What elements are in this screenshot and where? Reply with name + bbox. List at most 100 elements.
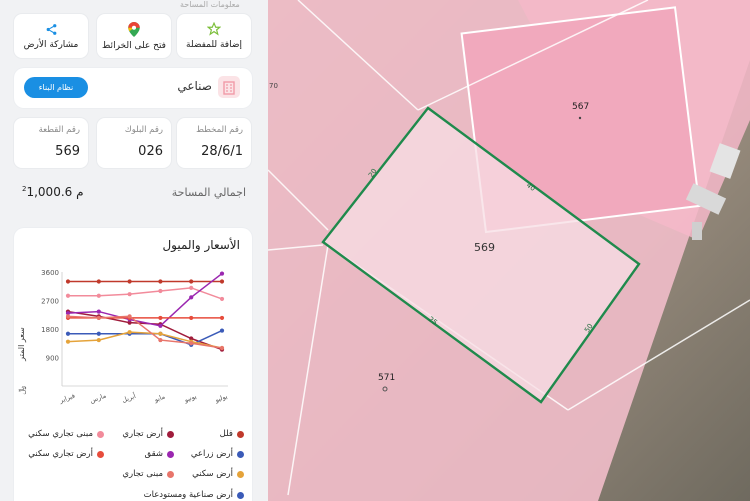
series-point [219, 328, 225, 333]
y-axis-label: سعر المتر [17, 327, 26, 362]
legend-label: مبنى تجاري [122, 469, 163, 479]
y-tick-label: 2700 [41, 298, 59, 306]
series-point [65, 293, 71, 298]
open-in-maps-button[interactable]: فتح على الخرائط [97, 14, 171, 58]
legend-item[interactable]: أرض سكني [192, 469, 244, 479]
star-icon [207, 22, 221, 36]
legend-label: مبنى تجاري سكني [28, 429, 93, 439]
share-land-label: مشاركة الأرض [23, 39, 79, 50]
legend-swatch [167, 470, 174, 478]
add-favorite-button[interactable]: إضافة للمفضلة [177, 14, 251, 58]
x-tick-label: يوليو [213, 392, 229, 404]
series-point [96, 337, 101, 343]
y-tick-label: 900 [46, 355, 59, 363]
plot-number-label: رقم القطعة [38, 125, 80, 135]
series-point [189, 285, 194, 290]
series-point [219, 271, 225, 276]
map-pin-icon [128, 21, 140, 37]
x-tick-label: مارس [89, 392, 107, 405]
plan-number-value: 28/6/1 [201, 144, 243, 159]
legend-item-partial[interactable]: أرض صناعية ومستودعات [144, 490, 244, 500]
legend-item[interactable]: مبنى تجاري [122, 469, 174, 479]
legend-swatch [97, 430, 104, 438]
series-point [189, 279, 194, 284]
block-number-value: 026 [138, 144, 163, 159]
series-point [96, 309, 101, 314]
series-point [96, 331, 101, 336]
map-view[interactable]: 569 567 571 20 40 50 25 70 [268, 0, 750, 501]
series-point [158, 323, 163, 328]
legend-swatch [237, 450, 244, 458]
prices-trends-card: الأسعار والميول 900 1800 2700 3600 فبراير مار… [14, 228, 252, 501]
building-system-button[interactable]: نظام البناء [24, 77, 88, 98]
x-tick-label: فبراير [58, 392, 77, 405]
legend-item[interactable]: أرض زراعي [191, 449, 244, 459]
legend-label: أرض صناعية ومستودعات [143, 490, 233, 500]
share-land-button[interactable]: مشاركة الأرض [14, 14, 88, 58]
legend-swatch [237, 491, 244, 499]
add-favorite-label: إضافة للمفضلة [186, 40, 242, 50]
x-tick-label: يونيو [182, 392, 197, 404]
series-point [219, 296, 225, 302]
land-use-label: صناعي [177, 79, 212, 93]
land-use-card: نظام البناء صناعي [14, 68, 252, 108]
x-tick-label: مايو [152, 393, 166, 404]
legend-swatch [97, 450, 104, 458]
series-point [158, 288, 163, 294]
series-point [96, 293, 101, 298]
series-point [189, 341, 194, 346]
legend-item[interactable]: أرض تجاري [122, 429, 174, 439]
total-area-label: اجمالي المساحة [171, 186, 246, 199]
series-point [65, 331, 71, 336]
area-number: 1,000.6 [26, 185, 73, 199]
legend-item[interactable]: أرض تجاري سكني [28, 449, 104, 459]
legend-swatch [237, 430, 244, 438]
series-point [65, 339, 71, 344]
parcel-571-label: 571 [378, 373, 395, 383]
plan-number-label: رقم المخطط [196, 125, 243, 135]
y-tick-label: 1800 [41, 326, 59, 334]
share-icon [46, 23, 56, 35]
legend-item[interactable]: مبنى تجاري سكني [28, 429, 104, 439]
legend-label: أرض تجاري سكني [28, 449, 93, 459]
series-point [127, 314, 132, 319]
x-tick-label: أبريل [121, 391, 137, 404]
parcel-567-label: 567 [572, 102, 589, 112]
legend-swatch [237, 470, 244, 478]
total-area-row: اجمالي المساحة 2م 1,000.6 [14, 180, 252, 208]
plan-number-card: رقم المخطط 28/6/1 [177, 118, 251, 168]
legend-label: شقق [144, 449, 163, 459]
edge-tick-left: 70 [269, 82, 278, 90]
series-point [189, 295, 194, 300]
plot-number-value: 569 [55, 144, 80, 159]
series-line [67, 331, 223, 349]
y-tick-label: 3600 [41, 269, 59, 277]
parcel-567-marker [578, 116, 582, 120]
block-number-label: رقم البلوك [124, 125, 163, 135]
vehicle-3 [692, 222, 702, 240]
series-point [96, 315, 101, 321]
chart-title: الأسعار والميول [162, 238, 240, 252]
series-line [68, 287, 223, 300]
legend-label: أرض زراعي [190, 449, 233, 459]
legend-label: أرض سكني [192, 469, 233, 479]
series-point [189, 315, 194, 321]
legend-label: أرض تجاري [122, 429, 163, 439]
series-point [127, 330, 132, 335]
block-number-card: رقم البلوك 026 [97, 118, 171, 168]
series-point [158, 337, 163, 343]
legend-item[interactable]: فلل [220, 429, 244, 439]
series-point [65, 279, 71, 284]
series-point [219, 315, 225, 321]
building-icon [218, 76, 240, 98]
open-in-maps-label: فتح على الخرائط [102, 40, 166, 51]
parcel-569-label: 569 [474, 241, 495, 254]
panel-header-clip: معلومات المساحة [180, 0, 240, 9]
series-point [158, 315, 163, 321]
plot-number-card: رقم القطعة 569 [14, 118, 88, 168]
series-point [96, 279, 101, 284]
series-point [127, 292, 132, 297]
parcel-info-panel: معلومات المساحة إضافة للمفضلة فتح على ال… [0, 0, 268, 501]
series-point [158, 331, 163, 336]
legend-item[interactable]: شقق [144, 449, 174, 459]
